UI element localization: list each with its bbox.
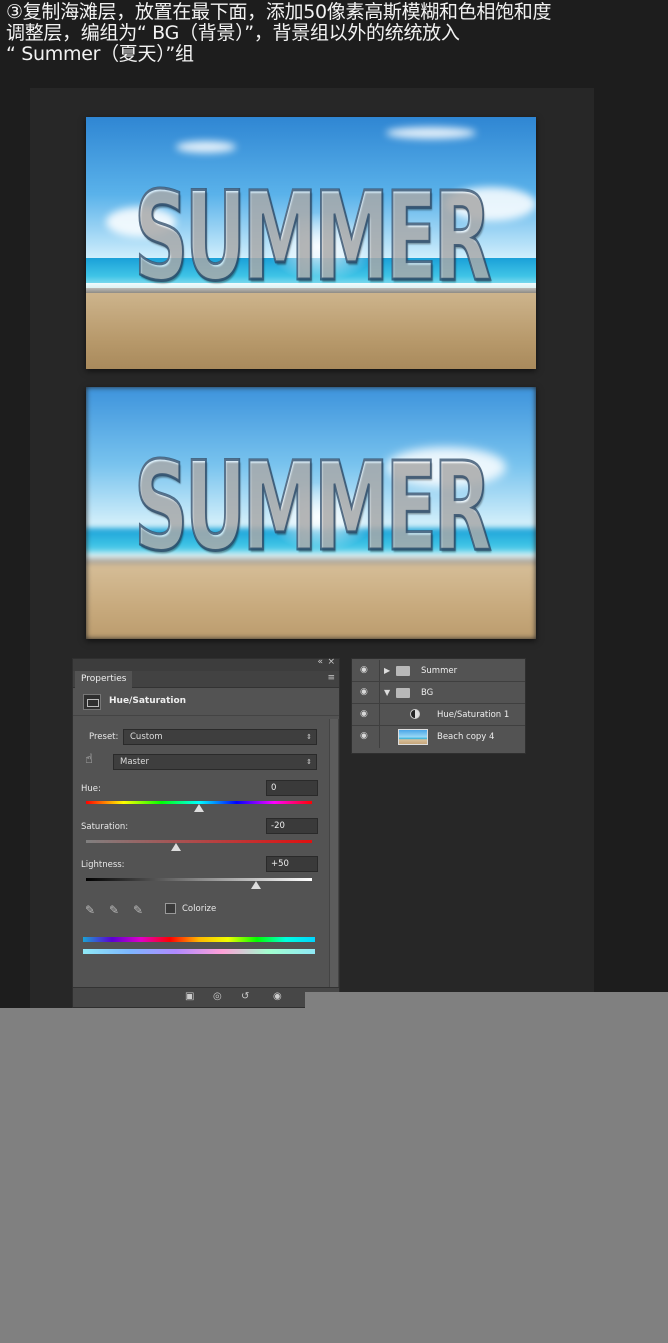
preview-image-after: SUMMER — [86, 387, 536, 639]
saturation-label: Saturation: — [81, 822, 129, 832]
eyedropper-plus-icon[interactable]: ✎ — [109, 903, 119, 917]
layer-row-bg[interactable]: ◉ ▼ BG — [352, 682, 525, 704]
summer-glass-text: SUMMER — [133, 436, 493, 578]
hue-saturation-icon — [83, 694, 101, 710]
eye-icon[interactable]: ◉ — [360, 731, 368, 741]
panel-top-bar: « × — [73, 657, 339, 671]
reset-icon[interactable]: ↺ — [241, 991, 249, 1002]
hue-input[interactable]: 0 — [266, 780, 318, 796]
divider — [379, 682, 380, 703]
saturation-slider-thumb[interactable] — [171, 843, 182, 851]
divider — [379, 660, 380, 681]
preset-select[interactable]: Custom ⇕ — [123, 729, 317, 745]
layer-thumbnail — [398, 729, 428, 745]
layer-row-beach-copy[interactable]: ◉ Beach copy 4 — [352, 726, 525, 748]
caption-line-2: 调整层，编组为“ BG（背景）”，背景组以外的统统放入 — [6, 22, 460, 44]
properties-panel: « × Properties ≡ Hue/Saturation Preset: … — [72, 657, 340, 1008]
eyedropper-minus-icon[interactable]: ✎ — [133, 903, 143, 917]
layer-name: Beach copy 4 — [437, 732, 495, 742]
colorize-label: Colorize — [182, 904, 217, 914]
layer-row-summer[interactable]: ◉ ▶ Summer — [352, 660, 525, 682]
eye-icon[interactable]: ◉ — [360, 709, 368, 719]
summer-glass-text: SUMMER — [133, 166, 493, 308]
eye-icon[interactable]: ◉ — [360, 687, 368, 697]
preview-image-before: SUMMER — [86, 117, 536, 369]
grey-overlay-block — [0, 1008, 668, 1343]
caption-line-3: “ Summer（夏天）”组 — [6, 43, 194, 65]
eyedropper-icon[interactable]: ✎ — [85, 903, 95, 917]
lightness-label: Lightness: — [81, 860, 125, 870]
preset-value: Custom — [130, 732, 163, 742]
layer-name: BG — [421, 688, 434, 698]
close-icon[interactable]: × — [327, 657, 335, 667]
layer-row-hue-saturation[interactable]: ◉ Hue/Saturation 1 — [352, 704, 525, 726]
layer-name: Hue/Saturation 1 — [437, 710, 510, 720]
adjustment-layer-icon — [410, 709, 420, 719]
cloud — [386, 127, 476, 139]
visibility-eye-icon[interactable]: ◉ — [273, 991, 282, 1002]
cloud — [176, 141, 236, 153]
lightness-slider-track[interactable] — [86, 878, 312, 881]
panel-menu-icon[interactable]: ≡ — [327, 673, 335, 683]
input-color-bar — [83, 937, 315, 942]
colorize-checkbox[interactable] — [165, 903, 176, 914]
lightness-slider-thumb[interactable] — [250, 881, 261, 889]
divider — [379, 704, 380, 725]
collapse-icon[interactable]: « — [317, 657, 323, 667]
tab-properties[interactable]: Properties — [75, 671, 133, 688]
caption-line-1: ③复制海滩层，放置在最下面，添加50像素高斯模糊和色相饱和度 — [6, 1, 552, 23]
chevron-updown-icon: ⇕ — [306, 758, 312, 766]
view-previous-icon[interactable]: ◎ — [213, 991, 222, 1002]
adjustment-title: Hue/Saturation — [109, 696, 187, 706]
adjustment-header: Hue/Saturation — [73, 688, 339, 716]
targeted-adjustment-hand-icon[interactable]: ☝ — [85, 752, 93, 767]
chevron-updown-icon: ⇕ — [306, 733, 312, 741]
hue-slider-thumb[interactable] — [194, 804, 204, 812]
collapse-arrow-icon[interactable]: ▼ — [384, 688, 390, 697]
expand-arrow-icon[interactable]: ▶ — [384, 666, 390, 675]
panel-tab-row: Properties ≡ — [73, 671, 339, 688]
channel-value: Master — [120, 757, 150, 767]
output-color-bar — [83, 949, 315, 954]
folder-open-icon — [396, 688, 410, 698]
saturation-slider-track[interactable] — [86, 840, 312, 843]
lightness-input[interactable]: +50 — [266, 856, 318, 872]
folder-icon — [396, 666, 410, 676]
panel-scrollbar[interactable] — [329, 719, 339, 989]
hue-label: Hue: — [81, 784, 101, 794]
eye-icon[interactable]: ◉ — [360, 665, 368, 675]
panel-bottom-bar: ▣ ◎ ↺ ◉ — [73, 987, 339, 1007]
layer-name: Summer — [421, 666, 458, 676]
layers-panel: ◉ ▶ Summer ◉ ▼ BG ◉ Hue/Saturation 1 ◉ B… — [351, 658, 526, 754]
preset-label: Preset: — [89, 732, 119, 742]
clip-to-layer-icon[interactable]: ▣ — [185, 991, 194, 1002]
divider — [379, 726, 380, 748]
scrollbar-thumb[interactable] — [330, 719, 338, 989]
grey-overlay-tab — [305, 992, 668, 1009]
channel-select[interactable]: Master ⇕ — [113, 754, 317, 770]
saturation-input[interactable]: -20 — [266, 818, 318, 834]
instruction-caption: ③复制海滩层，放置在最下面，添加50像素高斯模糊和色相饱和度 调整层，编组为“ … — [6, 2, 666, 65]
